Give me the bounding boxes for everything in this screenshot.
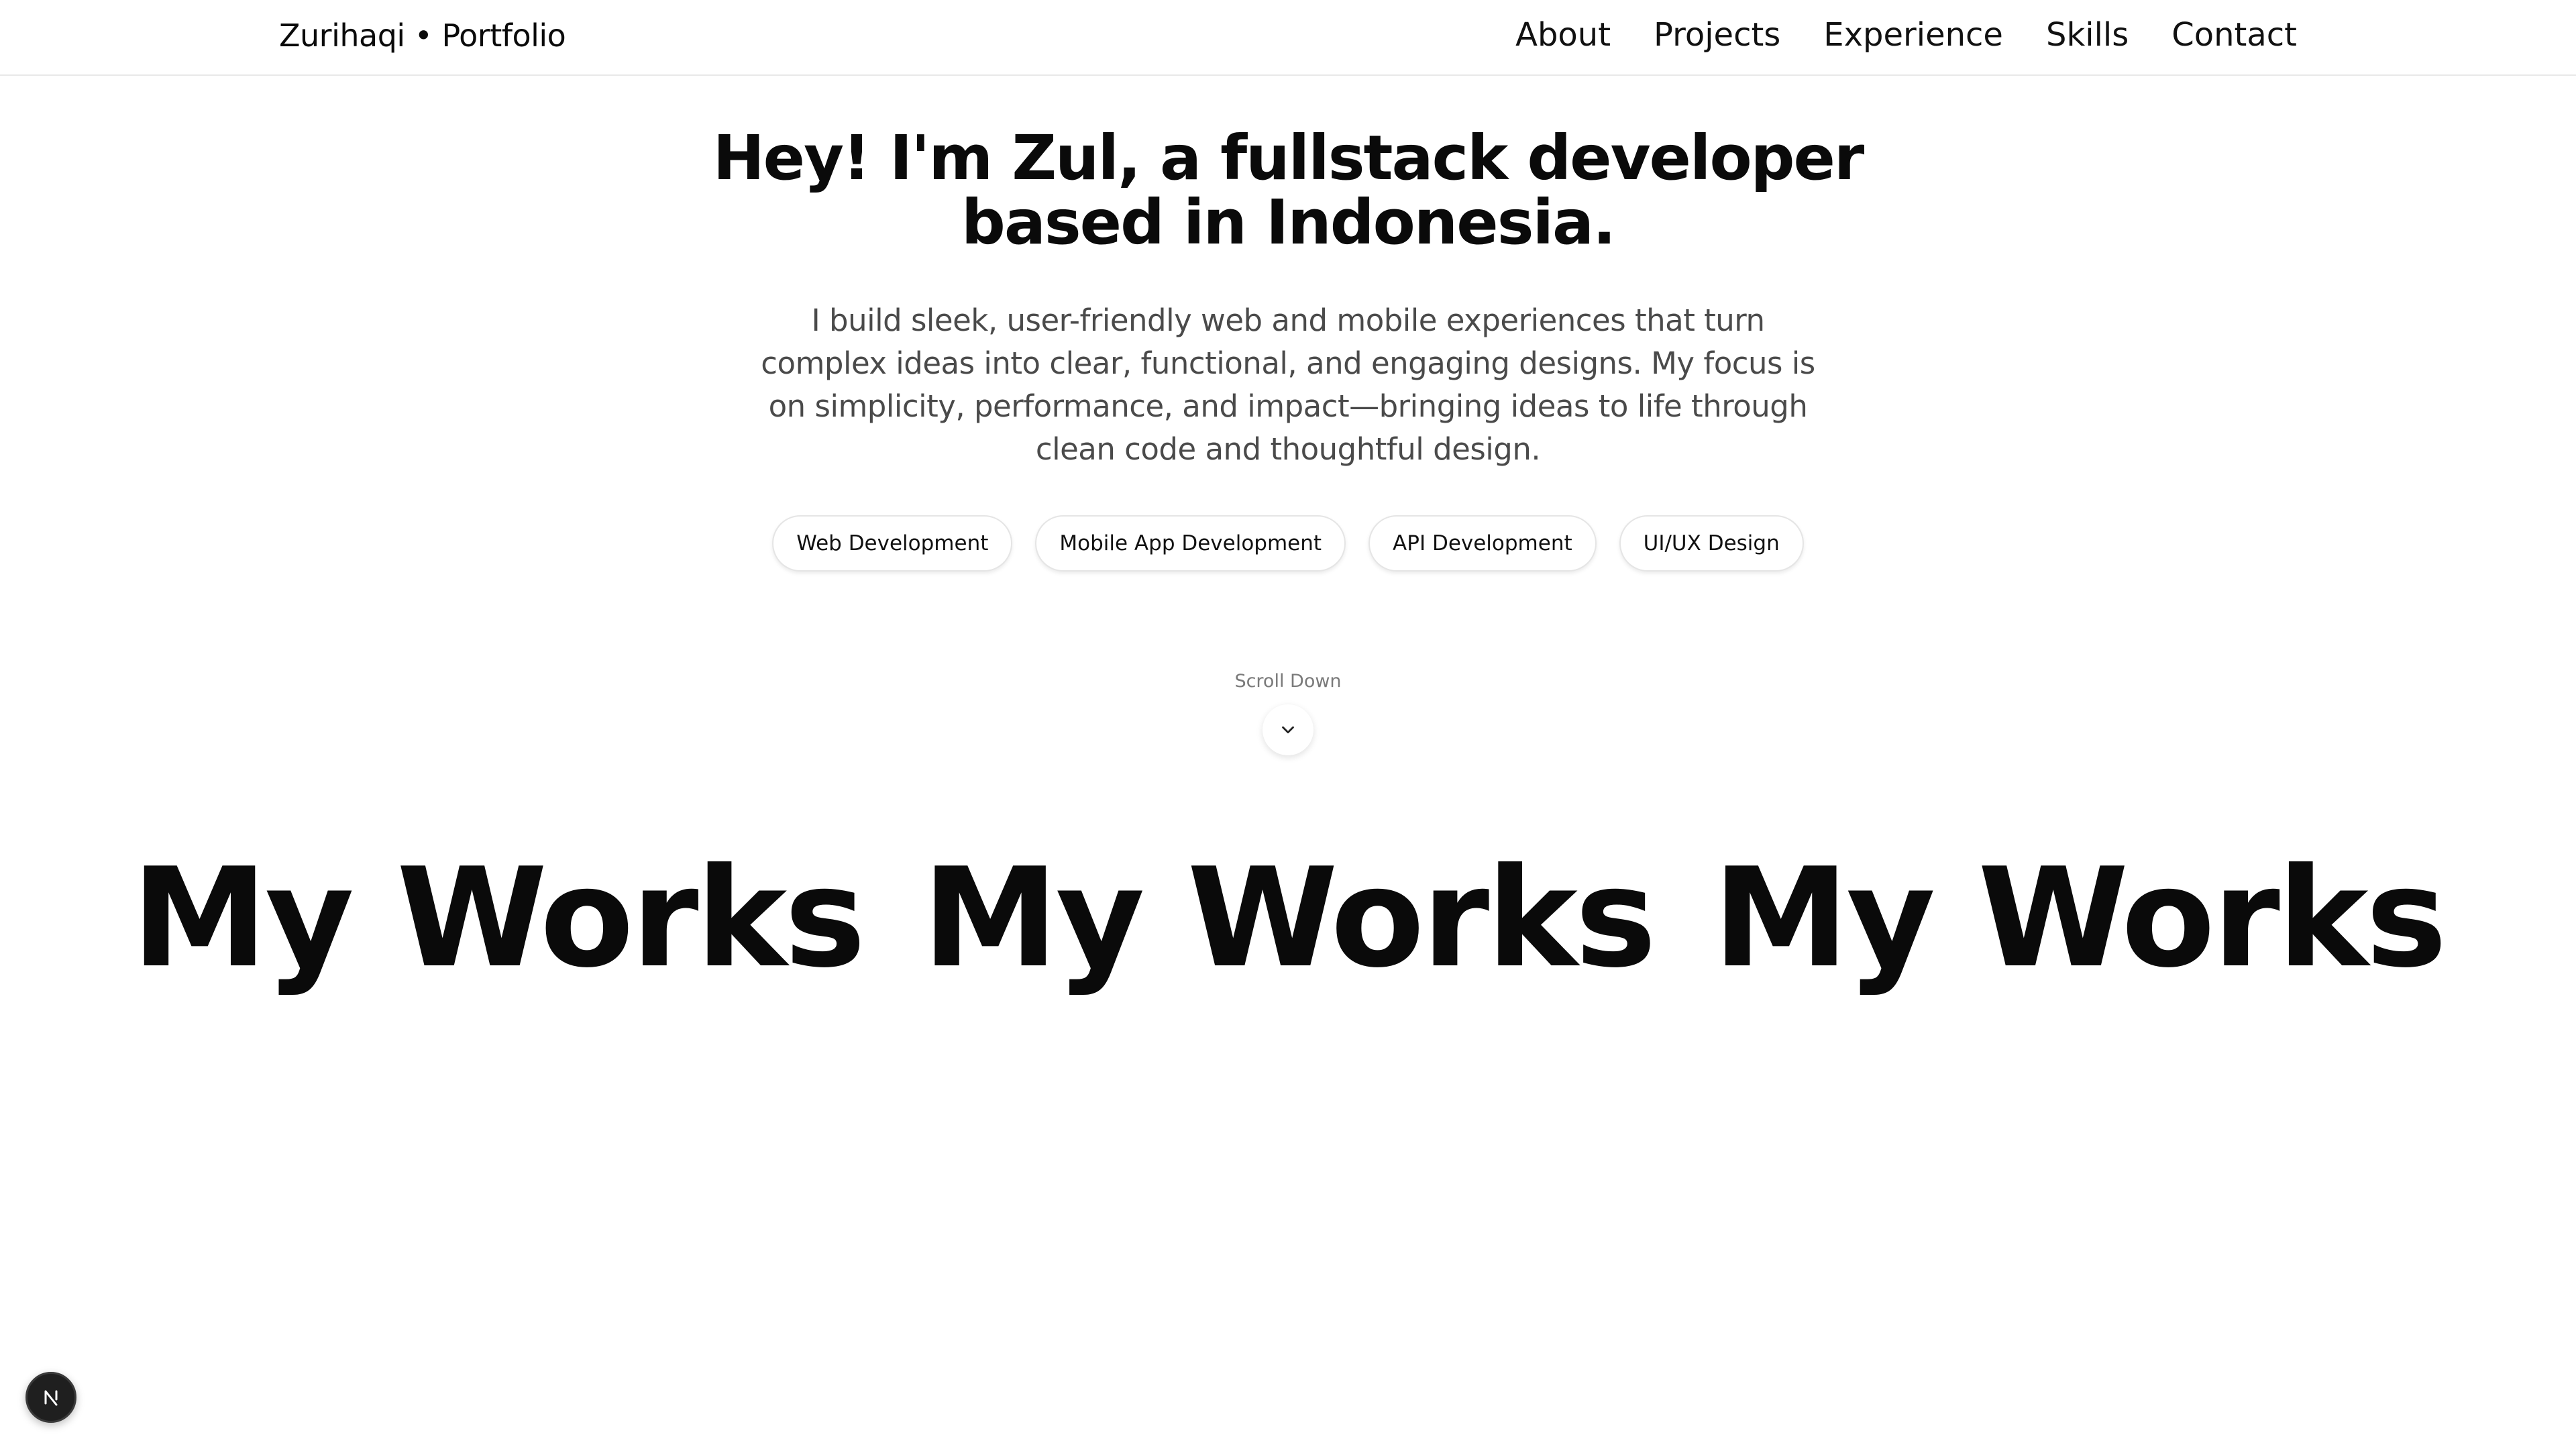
nav-link-projects[interactable]: Projects [1654, 16, 1780, 54]
service-tags: Web Development Mobile App Development A… [0, 515, 2576, 572]
hero-title: Hey! I'm Zul, a fullstack developer base… [684, 126, 1892, 255]
chevron-down-icon [1282, 726, 1294, 734]
nav-link-experience[interactable]: Experience [1823, 16, 2003, 54]
hero-title-line-2: based in Indonesia. [961, 186, 1616, 258]
tag-api-development[interactable]: API Development [1368, 515, 1597, 572]
works-heading: My Works [922, 839, 1657, 998]
tag-mobile-app-development[interactable]: Mobile App Development [1035, 515, 1346, 572]
works-marquee: My Works My Works My Works [0, 845, 2576, 993]
works-heading: My Works [131, 839, 866, 998]
hero-description: I build sleek, user-friendly web and mob… [761, 303, 1815, 467]
nav-link-skills[interactable]: Skills [2046, 16, 2129, 54]
tag-ui-ux-design[interactable]: UI/UX Design [1619, 515, 1804, 572]
scroll-down-button[interactable] [1263, 704, 1313, 755]
nextjs-logo-icon [44, 1390, 58, 1406]
nav-link-contact[interactable]: Contact [2171, 16, 2297, 54]
main-nav: About Projects Experience Skills Contact [1515, 16, 2297, 54]
works-heading: My Works [1713, 839, 2447, 998]
scroll-down-label: Scroll Down [1234, 671, 1342, 692]
site-header: Zurihaqi • Portfolio About Projects Expe… [0, 0, 2576, 76]
nextjs-dev-indicator[interactable] [25, 1372, 76, 1423]
tag-web-development[interactable]: Web Development [772, 515, 1013, 572]
hero-title-line-1: Hey! I'm Zul, a fullstack developer [712, 122, 1865, 194]
nav-link-about[interactable]: About [1515, 16, 1611, 54]
brand-logo[interactable]: Zurihaqi • Portfolio [279, 17, 566, 54]
